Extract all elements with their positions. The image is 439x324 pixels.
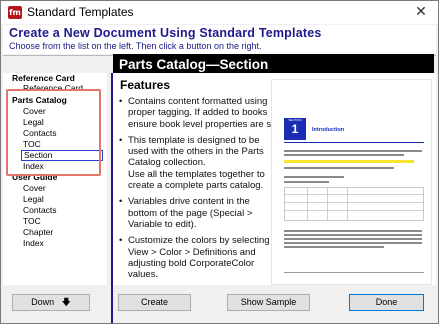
preview-highlight-line: [284, 160, 414, 163]
template-preview: SECTION 1 Introduction: [271, 79, 432, 285]
preview-table-row: [285, 210, 423, 211]
preview-table: [284, 187, 424, 221]
down-button-label: Down: [31, 297, 55, 307]
create-button[interactable]: Create: [118, 294, 191, 311]
preview-table-row: [285, 194, 423, 195]
preview-text-line: [284, 234, 422, 236]
tree-item-guide-index[interactable]: Index: [23, 238, 44, 248]
preview-text-line: [284, 176, 344, 178]
feature-bullet: Contains content formatted using proper …: [119, 96, 282, 130]
window-title: Standard Templates: [27, 5, 134, 19]
tree-item-guide-toc[interactable]: TOC: [23, 216, 41, 226]
preview-text-line: [284, 167, 394, 169]
preview-text-line: [284, 242, 422, 244]
done-button[interactable]: Done: [349, 294, 424, 311]
preview-rule: [284, 142, 424, 143]
feature-bullet: Variables drive content in the bottom of…: [119, 196, 267, 230]
standard-templates-window: fm Standard Templates ✕ Create a New Doc…: [0, 0, 439, 324]
tree-item-guide-contacts[interactable]: Contacts: [23, 205, 57, 215]
preview-table-row: [285, 202, 423, 203]
tree-item-guide-chapter[interactable]: Chapter: [23, 227, 53, 237]
preview-section-badge: SECTION 1: [284, 118, 306, 140]
template-tree: Reference Card Reference Card Parts Cata…: [3, 73, 107, 285]
preview-text-line: [284, 246, 384, 248]
show-sample-button[interactable]: Show Sample: [227, 294, 310, 311]
feature-bullet: This template is designed to be used wit…: [119, 135, 267, 191]
preview-table-col: [327, 188, 328, 220]
app-icon: fm: [8, 6, 22, 19]
preview-text-line: [284, 238, 422, 240]
preview-text-line: [284, 150, 422, 152]
down-button[interactable]: Down 🡇: [12, 294, 90, 311]
title-bar: fm Standard Templates ✕: [1, 1, 438, 24]
header-title: Create a New Document Using Standard Tem…: [9, 26, 322, 40]
features-heading: Features: [120, 78, 171, 92]
features-list: Contains content formatted using proper …: [119, 96, 282, 285]
header-subtitle: Choose from the list on the left. Then c…: [9, 41, 262, 51]
preview-table-col: [347, 188, 348, 220]
preview-badge-number: 1: [291, 122, 299, 136]
preview-text-line: [284, 230, 422, 232]
close-icon[interactable]: ✕: [412, 3, 430, 21]
feature-bullet: Customize the colors by selecting View >…: [119, 235, 270, 280]
preview-table-col: [307, 188, 308, 220]
tree-item-guide-cover[interactable]: Cover: [23, 183, 46, 193]
parts-catalog-highlight: [6, 89, 101, 176]
preview-text-line: [284, 154, 404, 156]
tree-item-guide-legal[interactable]: Legal: [23, 194, 44, 204]
down-arrow-icon: 🡇: [56, 297, 71, 307]
dialog-header: Create a New Document Using Standard Tem…: [3, 25, 436, 54]
preview-text-line: [284, 181, 329, 183]
tree-group-reference-card[interactable]: Reference Card: [12, 73, 75, 83]
section-title: Parts Catalog—Section: [113, 54, 434, 75]
preview-footer-rule: [284, 272, 424, 273]
preview-heading: Introduction: [312, 127, 345, 133]
